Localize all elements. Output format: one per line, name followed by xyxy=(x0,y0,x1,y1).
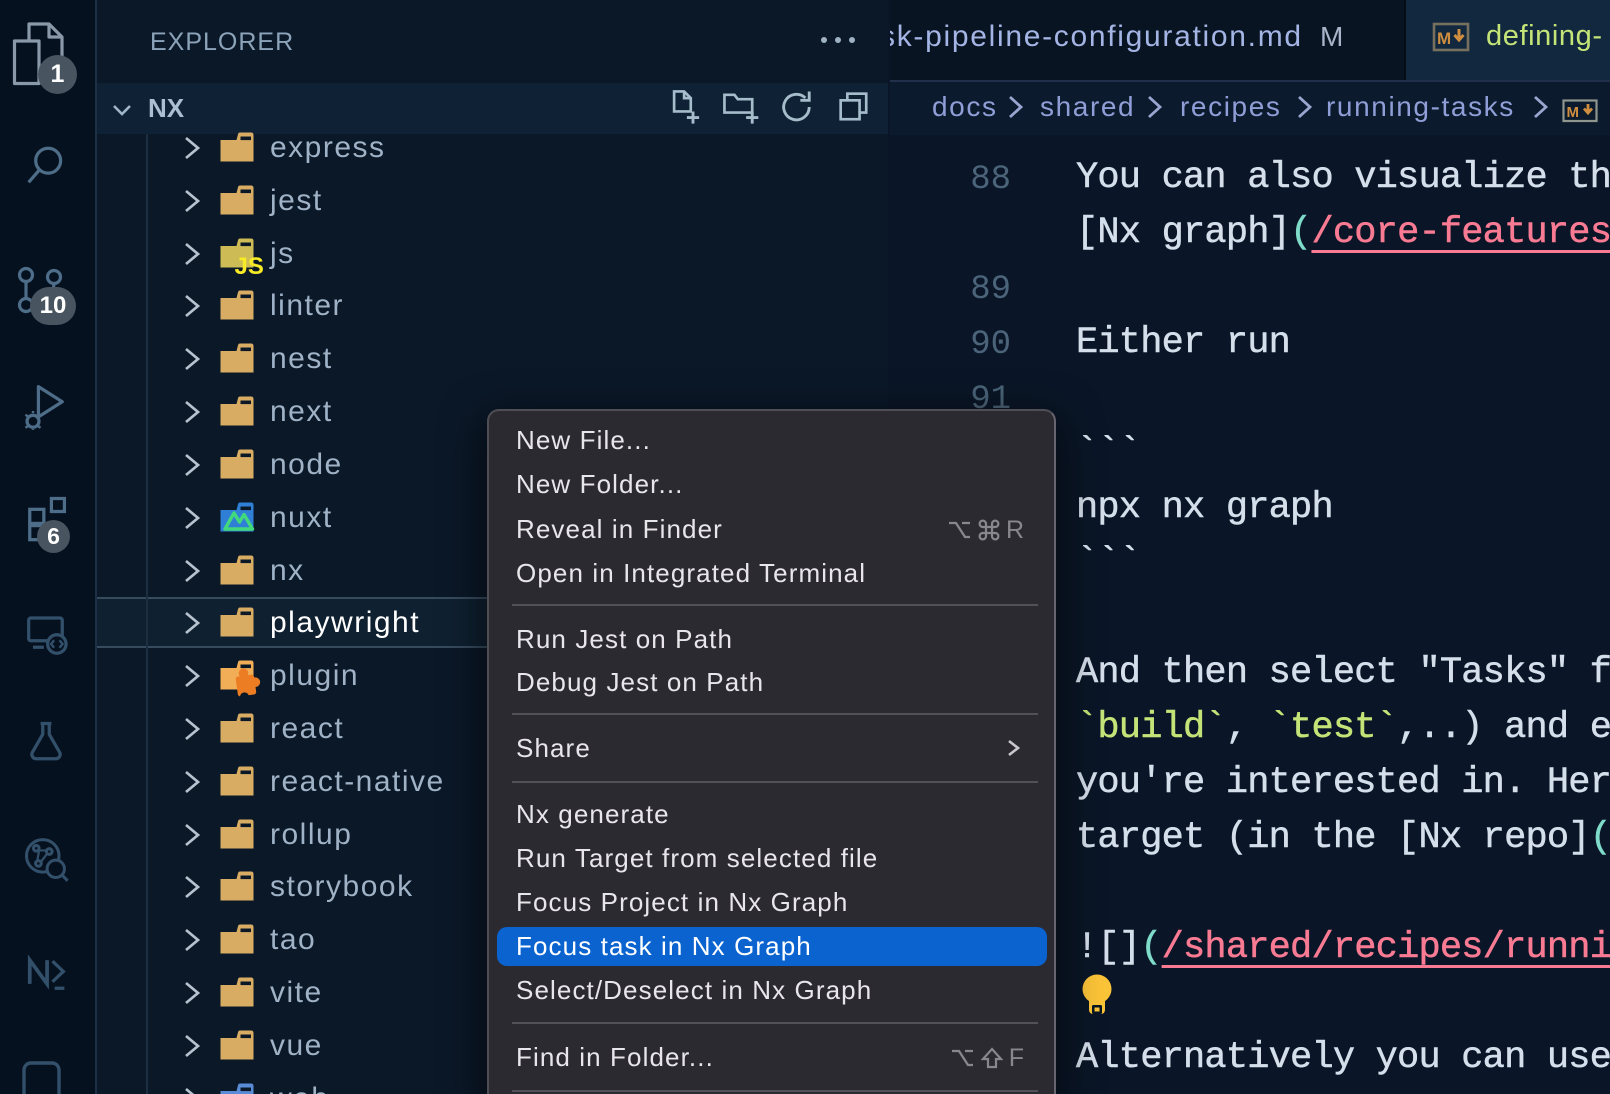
svg-text:M: M xyxy=(1567,104,1581,121)
svg-text:M: M xyxy=(1437,29,1451,48)
svg-text:JS: JS xyxy=(235,253,264,280)
